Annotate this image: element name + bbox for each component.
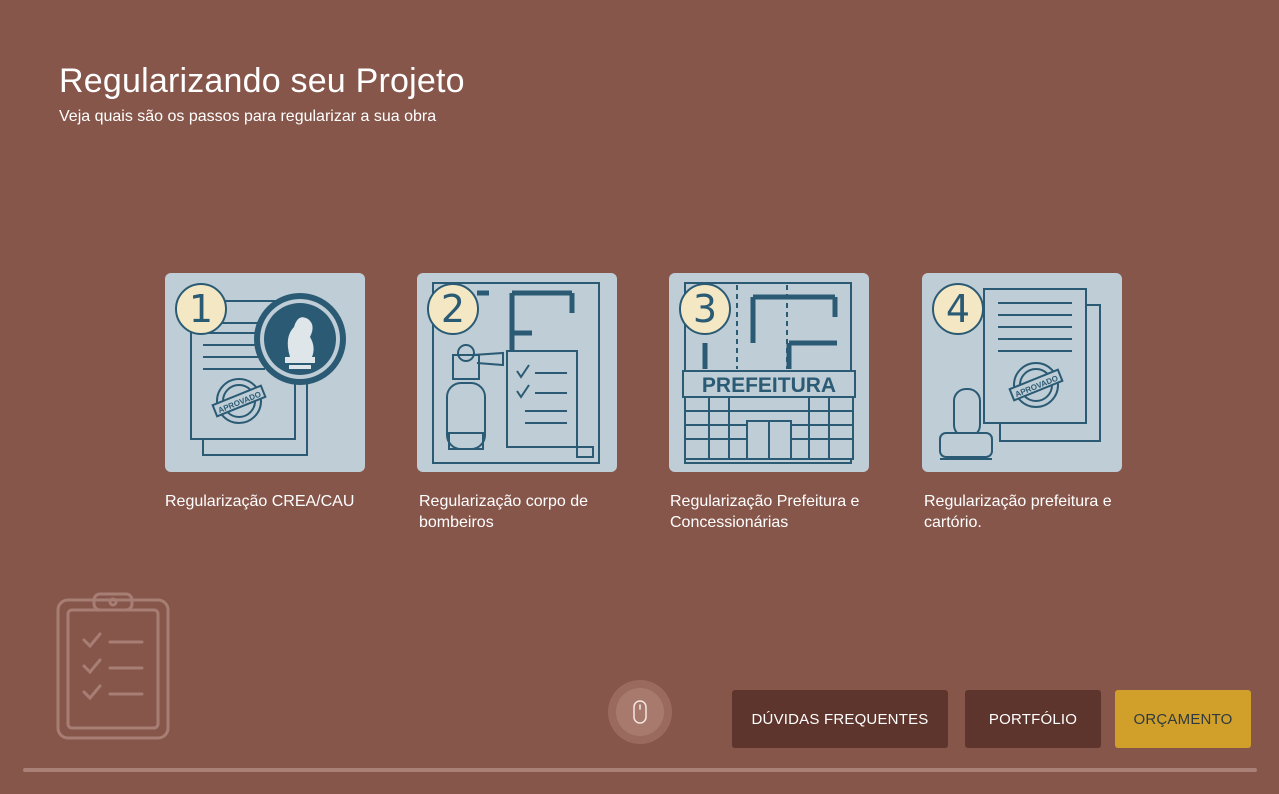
step-label-fire-department: Regularização corpo de bombeiros xyxy=(419,493,588,531)
scroll-indicator[interactable] xyxy=(608,680,672,744)
step-number-badge: 4 xyxy=(932,283,984,335)
page-subtitle: Veja quais são os passos para regulariza… xyxy=(59,108,437,125)
portfolio-button[interactable]: PORTFÓLIO xyxy=(965,690,1101,748)
clipboard-checklist-icon xyxy=(56,592,170,740)
step-number-badge: 1 xyxy=(175,283,227,335)
step-label-crea-cau: Regularização CREA/CAU xyxy=(165,493,355,510)
step-card-registry[interactable]: APROVADO 4 xyxy=(922,273,1122,472)
step-number-badge: 2 xyxy=(427,283,479,335)
step-label-registry: Regularização prefeitura e cartório. xyxy=(924,493,1112,531)
page-title: Regularizando seu Projeto xyxy=(59,62,465,100)
bottom-progress-bar xyxy=(23,768,1257,772)
quote-button[interactable]: ORÇAMENTO xyxy=(1115,690,1251,748)
step-card-fire-department[interactable]: 2 xyxy=(417,273,617,472)
step-card-crea-cau[interactable]: APROVADO 1 xyxy=(165,273,365,472)
step-label-city-hall: Regularização Prefeitura e Concessionári… xyxy=(670,493,860,531)
mouse-scroll-icon xyxy=(633,700,647,724)
faq-button[interactable]: DÚVIDAS FREQUENTES xyxy=(732,690,948,748)
prefeitura-sign-text: PREFEITURA xyxy=(702,374,836,397)
step-card-city-hall[interactable]: PREFEITURA 3 xyxy=(669,273,869,472)
step-number-badge: 3 xyxy=(679,283,731,335)
